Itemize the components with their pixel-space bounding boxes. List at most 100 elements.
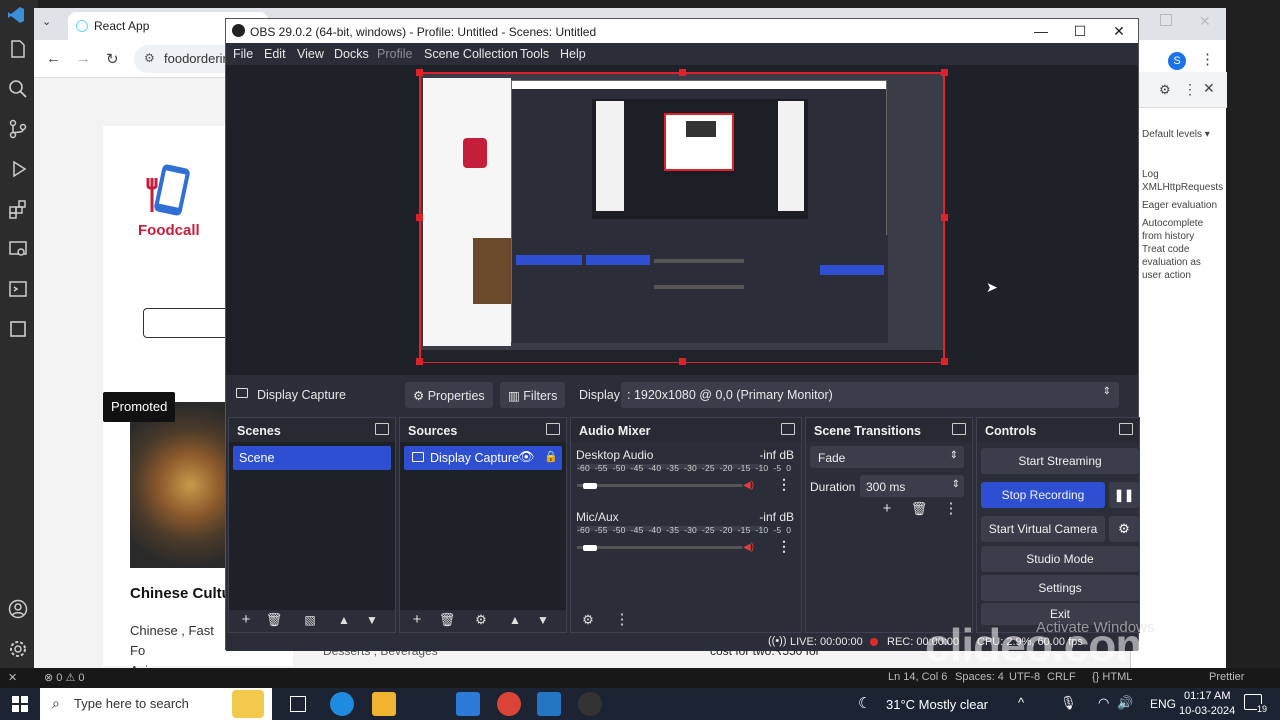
source-properties-gear-icon[interactable]: ⚙	[472, 611, 490, 629]
console-setting[interactable]: Autocomplete	[1142, 217, 1203, 230]
chrome-icon[interactable]	[497, 692, 521, 716]
transition-menu-icon[interactable]: ⋮	[942, 500, 960, 518]
console-setting[interactable]: Log	[1142, 168, 1159, 181]
start-streaming-button[interactable]: Start Streaming	[981, 448, 1139, 474]
menu-edit[interactable]: Edit	[264, 47, 286, 61]
resize-handle[interactable]	[416, 214, 423, 221]
stop-recording-button[interactable]: Stop Recording	[981, 482, 1105, 508]
menu-docks[interactable]: Docks	[334, 47, 369, 61]
channel-menu-icon[interactable]: ⋮	[777, 538, 791, 555]
profile-avatar[interactable]: S	[1168, 52, 1186, 70]
scene-item[interactable]: Scene	[233, 446, 391, 470]
remove-scene-icon[interactable]: 🗑	[265, 611, 283, 629]
resize-handle[interactable]	[416, 358, 423, 365]
clock-time[interactable]: 01:17 AM	[1184, 690, 1230, 702]
resize-handle[interactable]	[416, 69, 423, 76]
extensions-icon[interactable]	[7, 198, 31, 222]
prettier-status[interactable]: Prettier	[1209, 671, 1244, 683]
move-up-icon[interactable]: ▲	[506, 611, 524, 629]
menu-scene-collection[interactable]: Scene Collection	[424, 47, 518, 61]
browser-close-icon[interactable]: ✕	[1199, 13, 1211, 30]
add-scene-icon[interactable]: +	[237, 611, 255, 629]
close-icon[interactable]: ✕	[1100, 19, 1138, 43]
lock-icon[interactable]: 🔒	[544, 450, 558, 463]
reload-icon[interactable]: ↻	[106, 50, 119, 68]
site-info-icon[interactable]: ⚙	[144, 51, 155, 65]
devtools-close-icon[interactable]: ✕	[1203, 80, 1215, 97]
windows-start-icon[interactable]	[12, 696, 28, 712]
virtual-camera-gear-icon[interactable]: ⚙	[1109, 516, 1139, 542]
search-box[interactable]	[143, 308, 233, 338]
move-up-icon[interactable]: ▲	[335, 611, 353, 629]
line-ending[interactable]: CRLF	[1047, 671, 1076, 683]
source-item[interactable]: Display Capture 👁 🔒	[404, 446, 562, 470]
devtools-settings-icon[interactable]: ⚙	[1159, 82, 1171, 98]
undock-icon[interactable]	[375, 423, 389, 435]
forward-arrow-icon[interactable]: →	[76, 50, 91, 67]
menu-file[interactable]: File	[233, 47, 253, 61]
menu-profile[interactable]: Profile	[377, 47, 412, 61]
preview-area[interactable]: ➤	[226, 65, 1138, 375]
file-explorer-icon[interactable]	[372, 692, 396, 716]
channel-menu-icon[interactable]: ⋮	[777, 476, 791, 493]
undock-icon[interactable]	[781, 423, 795, 435]
duration-input[interactable]: 300 ms ⇕	[860, 475, 964, 497]
settings-button[interactable]: Settings	[981, 575, 1139, 601]
start-virtual-camera-button[interactable]: Start Virtual Camera	[981, 516, 1105, 542]
browser-menu-icon[interactable]: ⋮	[1200, 50, 1215, 68]
menu-help[interactable]: Help	[560, 47, 586, 61]
manage-gear-icon[interactable]	[7, 638, 31, 662]
mail-icon[interactable]	[456, 692, 480, 716]
pause-recording-icon[interactable]: ❚❚	[1109, 482, 1139, 508]
edge-icon[interactable]	[330, 692, 354, 716]
weather-text[interactable]: 31°C Mostly clear	[886, 697, 988, 712]
add-source-icon[interactable]: +	[408, 611, 426, 629]
tab-list-chevron-icon[interactable]: ⌄	[42, 15, 58, 31]
clock-date[interactable]: 10-03-2024	[1179, 705, 1235, 717]
terminal-icon[interactable]	[7, 278, 31, 302]
input-language[interactable]: ENG	[1150, 697, 1176, 711]
resize-handle[interactable]	[941, 214, 948, 221]
remove-transition-icon[interactable]: 🗑	[910, 500, 928, 518]
resize-handle[interactable]	[679, 69, 686, 76]
console-setting[interactable]: Eager evaluation	[1142, 199, 1217, 212]
mixer-menu-icon[interactable]: ⋮	[613, 611, 631, 629]
obs-taskbar-icon[interactable]	[578, 692, 602, 716]
resize-handle[interactable]	[941, 358, 948, 365]
cursor-position[interactable]: Ln 14, Col 6	[888, 671, 947, 683]
minimize-icon[interactable]: —	[1022, 19, 1060, 43]
move-down-icon[interactable]: ▼	[363, 611, 381, 629]
wifi-icon[interactable]: ◠	[1098, 695, 1109, 711]
menu-tools[interactable]: Tools	[520, 47, 549, 61]
undock-icon[interactable]	[952, 423, 966, 435]
square-panel-icon[interactable]	[7, 318, 31, 342]
indentation[interactable]: Spaces: 4	[955, 671, 1004, 683]
browser-maximize-icon[interactable]	[1160, 14, 1172, 26]
account-icon[interactable]	[7, 598, 31, 622]
menu-view[interactable]: View	[297, 47, 324, 61]
problems-count[interactable]: ⊗ 0 ⚠ 0	[44, 671, 84, 684]
console-levels[interactable]: Default levels ▾	[1142, 128, 1210, 141]
maximize-icon[interactable]: ☐	[1061, 19, 1099, 43]
dish-image[interactable]	[130, 402, 230, 568]
resize-handle[interactable]	[679, 358, 686, 365]
search-icon[interactable]	[7, 78, 31, 102]
advanced-audio-gear-icon[interactable]: ⚙	[579, 611, 597, 629]
encoding[interactable]: UTF-8	[1009, 671, 1040, 683]
dish-title[interactable]: Chinese Cultu	[130, 585, 231, 602]
volume-slider-handle[interactable]	[583, 545, 598, 551]
undock-icon[interactable]	[546, 423, 560, 435]
volume-slider-track[interactable]	[577, 546, 742, 549]
remote-indicator-icon[interactable]: ✕	[8, 671, 17, 684]
resize-handle[interactable]	[941, 69, 948, 76]
properties-button[interactable]: ⚙ Properties	[405, 382, 493, 408]
remote-explorer-icon[interactable]	[7, 238, 31, 262]
devtools-menu-icon[interactable]: ⋮	[1183, 81, 1197, 98]
transition-select[interactable]: Fade ⇕	[810, 446, 964, 468]
vscode-taskbar-icon[interactable]	[537, 692, 561, 716]
display-select[interactable]: : 1920x1080 @ 0,0 (Primary Monitor) ⇕	[621, 382, 1119, 408]
explorer-icon[interactable]	[7, 38, 31, 62]
remove-source-icon[interactable]: 🗑	[438, 611, 456, 629]
console-setting[interactable]: Treat code	[1142, 243, 1189, 256]
taskbar-search[interactable]: ⌕ Type here to search	[40, 688, 272, 720]
